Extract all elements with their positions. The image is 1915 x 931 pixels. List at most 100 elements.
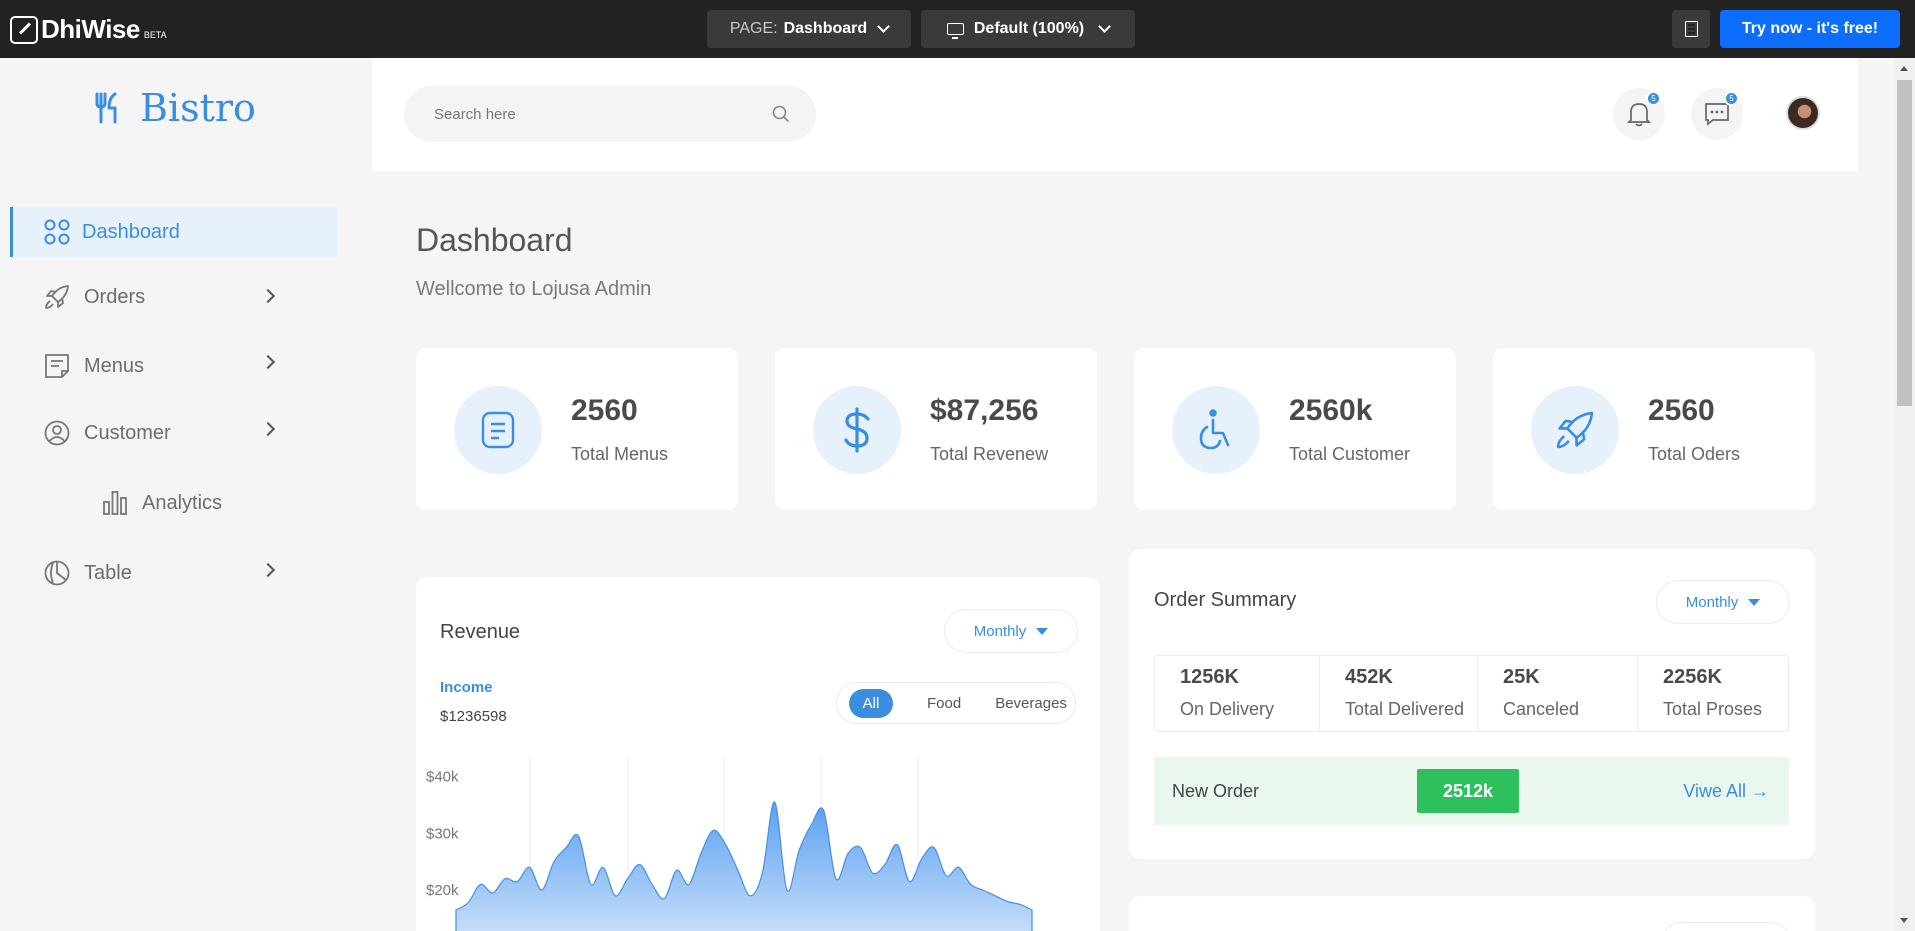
sidebar-item-table[interactable]: Table xyxy=(10,548,337,598)
page-subtitle: Wellcome to Lojusa Admin xyxy=(416,278,652,300)
period-label: Monthly xyxy=(973,622,1027,640)
sidebar-item-orders[interactable]: Orders xyxy=(10,272,337,322)
viewport-dropdown[interactable]: Default (100%) xyxy=(921,10,1135,48)
chevron-down-icon xyxy=(877,20,891,33)
caret-down-icon xyxy=(1748,598,1761,606)
avatar[interactable] xyxy=(1786,96,1820,130)
stat-label: Total Menus xyxy=(571,444,669,464)
income-value: $1236598 xyxy=(440,708,507,725)
next-card-dropdown[interactable] xyxy=(1661,922,1791,931)
stat-label: Total Revenew xyxy=(930,444,1049,464)
y-tick-label: $20k xyxy=(426,882,459,899)
chevron-right-icon xyxy=(260,421,276,437)
revenue-card: Revenue Monthly Income $1236598 All Food… xyxy=(416,577,1100,931)
sidebar: Bistro Dashboard Orders Menus Customer A… xyxy=(0,58,372,931)
new-order-row: New Order 2512k Viwe All → xyxy=(1154,757,1789,825)
revenue-area-series xyxy=(455,801,1033,931)
summary-value: 25K xyxy=(1503,666,1540,688)
order-summary-card: Order Summary Monthly 1256K On Delivery … xyxy=(1129,549,1815,859)
dhiwise-logo-text: DhiWise xyxy=(41,14,140,44)
page-dropdown-label: PAGE: xyxy=(729,20,778,37)
sidebar-item-label: Table xyxy=(84,561,132,584)
revenue-title: Revenue xyxy=(440,621,521,643)
new-order-label: New Order xyxy=(1172,780,1260,801)
grid-icon xyxy=(44,219,70,245)
viewport-dropdown-value: Default (100%) xyxy=(973,20,1085,37)
notification-badge: 5 xyxy=(1646,91,1661,106)
dhiwise-logo[interactable]: DhiWise BETA xyxy=(10,14,167,45)
sidebar-item-label: Menus xyxy=(84,354,145,377)
user-circle-icon xyxy=(44,420,70,446)
stat-card-orders[interactable]: 2560 Total Oders xyxy=(1493,348,1815,510)
chevron-right-icon xyxy=(260,562,276,578)
sidebar-item-dashboard[interactable]: Dashboard xyxy=(10,207,337,257)
revenue-period-dropdown[interactable]: Monthly xyxy=(944,609,1078,653)
try-now-button[interactable]: Try now - it's free! xyxy=(1720,10,1900,48)
summary-on-delivery: 1256K On Delivery xyxy=(1155,656,1320,731)
sidebar-item-analytics[interactable]: Analytics xyxy=(10,478,337,528)
bell-icon xyxy=(1627,103,1651,127)
wheelchair-icon xyxy=(1172,386,1260,474)
summary-value: 2256K xyxy=(1663,666,1722,688)
order-period-dropdown[interactable]: Monthly xyxy=(1656,580,1790,624)
stat-card-menus[interactable]: 2560 Total Menus xyxy=(416,348,738,510)
period-label: Monthly xyxy=(1685,593,1739,611)
scroll-down-arrow-icon[interactable] xyxy=(1900,918,1908,923)
caret-down-icon xyxy=(1036,627,1049,635)
search-box xyxy=(404,86,816,142)
scroll-up-arrow-icon[interactable] xyxy=(1900,66,1908,71)
filter-all[interactable]: All xyxy=(849,688,893,718)
sidebar-item-menus[interactable]: Menus xyxy=(10,341,337,391)
note-icon xyxy=(44,353,70,379)
page-dropdown[interactable]: PAGE: Dashboard xyxy=(707,10,911,48)
page-title: Dashboard xyxy=(416,222,573,258)
sidebar-item-label: Customer xyxy=(84,421,171,444)
revenue-area-chart: $40k $30k $20k xyxy=(426,757,1033,931)
document-button[interactable] xyxy=(1672,10,1710,48)
sidebar-item-customer[interactable]: Customer xyxy=(10,408,337,458)
beta-label: BETA xyxy=(143,29,167,40)
income-label: Income xyxy=(440,679,493,696)
scrollbar-thumb[interactable] xyxy=(1897,80,1912,406)
bar-chart-icon xyxy=(102,490,128,516)
menu-list-icon xyxy=(454,386,542,474)
stat-label: Total Oders xyxy=(1648,444,1741,464)
summary-value: 452K xyxy=(1345,666,1393,688)
sidebar-item-label: Analytics xyxy=(142,491,223,514)
messages-button[interactable]: 5 xyxy=(1691,88,1743,140)
search-icon[interactable] xyxy=(772,105,790,123)
stat-value: $87,256 xyxy=(930,394,1039,427)
stat-label: Total Customer xyxy=(1289,444,1411,464)
chevron-right-icon xyxy=(260,288,276,304)
filter-food[interactable]: Food xyxy=(927,689,961,718)
summary-canceled: 25K Canceled xyxy=(1478,656,1638,731)
notifications-button[interactable]: 5 xyxy=(1613,88,1665,140)
pie-icon xyxy=(44,560,70,586)
summary-label: Total Proses xyxy=(1663,699,1763,719)
view-all-link[interactable]: Viwe All → xyxy=(1683,781,1769,802)
summary-value: 1256K xyxy=(1180,666,1239,688)
stat-card-customer[interactable]: 2560k Total Customer xyxy=(1134,348,1456,510)
brand-logo[interactable]: Bistro xyxy=(94,86,256,130)
monitor-icon xyxy=(946,23,964,39)
revenue-filter-tabs: All Food Beverages xyxy=(836,682,1076,724)
sidebar-item-label: Orders xyxy=(84,285,146,308)
app-header: 5 5 xyxy=(372,58,1858,171)
filter-beverages[interactable]: Beverages xyxy=(995,689,1067,718)
search-input[interactable] xyxy=(434,105,734,123)
order-summary-title: Order Summary xyxy=(1154,589,1297,611)
chevron-right-icon xyxy=(260,354,276,370)
dhiwise-topbar: DhiWise BETA PAGE: Dashboard Default (10… xyxy=(0,0,1915,58)
scrollbar[interactable] xyxy=(1894,58,1915,931)
summary-total-proses: 2256K Total Proses xyxy=(1638,656,1788,731)
dollar-icon xyxy=(813,386,901,474)
message-badge: 5 xyxy=(1724,91,1739,106)
chevron-down-icon xyxy=(1098,20,1111,33)
sidebar-item-label: Dashboard xyxy=(82,220,180,243)
page-dropdown-value: Dashboard xyxy=(783,20,868,37)
stat-card-revenue[interactable]: $87,256 Total Revenew xyxy=(775,348,1097,510)
rocket-icon xyxy=(44,284,70,310)
summary-label: Total Delivered xyxy=(1345,699,1465,719)
y-tick-label: $30k xyxy=(426,825,459,842)
rocket-icon xyxy=(1531,386,1619,474)
